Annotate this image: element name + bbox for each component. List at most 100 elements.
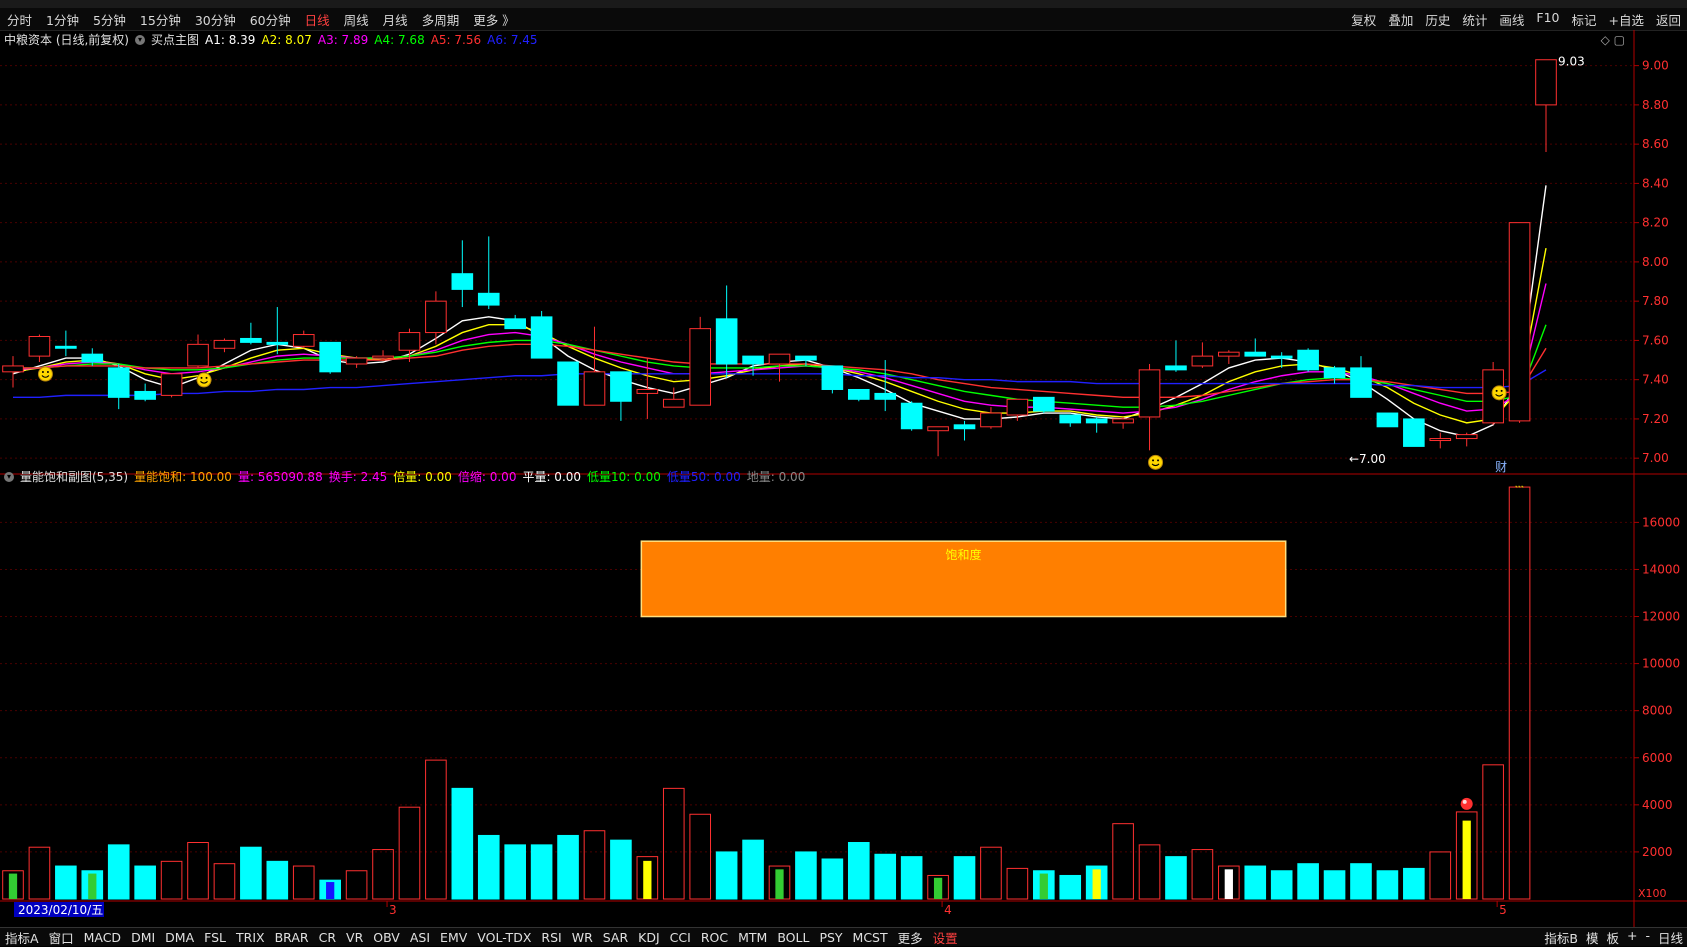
volume-bar — [795, 851, 817, 900]
period-tab[interactable]: 月线 — [376, 10, 415, 29]
toolbar-button[interactable]: 标记 — [1565, 10, 1602, 29]
indicator-tab[interactable]: KDJ — [633, 930, 665, 945]
price-tick-label: 7.80 — [1642, 294, 1669, 308]
start-date-label: 2023/02/10/五 — [18, 903, 103, 917]
candle-body — [1270, 355, 1293, 359]
indicator-tab[interactable]: DMI — [126, 930, 160, 945]
toolbar-button[interactable]: 叠加 — [1382, 10, 1419, 29]
volume-bar — [900, 856, 923, 900]
bottom-right-tab[interactable]: + — [1623, 928, 1641, 947]
candle-body — [953, 424, 976, 430]
sub-legend-item: 地量: 0.00 — [746, 470, 806, 484]
indicator-tab[interactable]: MACD — [79, 930, 126, 945]
volume-bar — [1270, 870, 1293, 900]
volume-bar — [425, 759, 447, 900]
volume-bar — [477, 834, 500, 900]
candle-body — [1033, 396, 1055, 412]
bottom-right-tab[interactable]: - — [1641, 928, 1654, 947]
volume-bar — [953, 856, 976, 900]
volume-bar — [583, 830, 606, 900]
toolbar-button[interactable]: 画线 — [1493, 10, 1530, 29]
indicator-tab[interactable]: 设置 — [928, 928, 963, 947]
volume-bar — [266, 860, 289, 900]
indicator-tab[interactable]: WR — [567, 930, 598, 945]
collapse-icon[interactable]: ▾ — [4, 471, 14, 482]
sub-legend-item: 平量: 0.00 — [522, 470, 582, 484]
signal-ball-highlight — [1462, 799, 1467, 804]
toolbar-button[interactable]: 统计 — [1456, 10, 1493, 29]
main-legend: 中粮资本 (日线,前复权) ▾ 买点主图 A1: 8.39 A2: 8.07 A3: 7.… — [4, 31, 538, 48]
period-tab[interactable]: 60分钟 — [243, 10, 298, 29]
volume-tick-label: 14000 — [1642, 562, 1680, 576]
price-tick-label: 8.40 — [1642, 176, 1669, 190]
period-tab[interactable]: 5分钟 — [86, 10, 133, 29]
indicator-tab[interactable]: DMA — [160, 930, 199, 945]
candle-body — [1059, 414, 1082, 424]
period-tab[interactable]: 1分钟 — [39, 10, 86, 29]
period-tab[interactable]: 多周期 — [415, 10, 467, 29]
volume-signal-bar — [326, 882, 335, 899]
indicator-tab[interactable]: ROC — [696, 930, 733, 945]
period-tab[interactable]: 30分钟 — [188, 10, 243, 29]
indicator-tab[interactable]: 更多 — [893, 928, 928, 947]
indicator-tab[interactable]: MCST — [848, 930, 893, 945]
period-tab[interactable]: 周线 — [337, 10, 376, 29]
low-annotation: ←7.00 — [1349, 452, 1386, 466]
indicator-tab[interactable]: BOLL — [772, 930, 814, 945]
toolbar-button[interactable]: 历史 — [1419, 10, 1456, 29]
candle-body — [107, 367, 130, 398]
period-tab[interactable]: 15分钟 — [133, 10, 188, 29]
period-tab[interactable]: 日线 — [298, 10, 337, 29]
indicator-tab[interactable]: TRIX — [231, 930, 270, 945]
volume-bar — [557, 834, 579, 900]
indicator-tab[interactable]: ASI — [405, 930, 435, 945]
event-marker: 财 — [1495, 460, 1507, 474]
bottom-right-tab[interactable]: 日线 — [1654, 928, 1687, 947]
volume-signal-bar — [88, 873, 97, 899]
price-tick-label: 7.60 — [1642, 333, 1669, 347]
indicator-tab[interactable]: OBV — [368, 930, 405, 945]
bottom-right-tab[interactable]: 指标B — [1540, 928, 1582, 947]
indicator-tab[interactable]: EMV — [435, 930, 472, 945]
period-tab[interactable]: 分时 — [0, 10, 39, 29]
high-annotation: 9.03 — [1558, 55, 1585, 69]
volume-bar — [689, 813, 712, 900]
bottom-right-tab[interactable]: 模 — [1582, 928, 1603, 947]
indicator-tab[interactable]: VOL-TDX — [472, 930, 536, 945]
indicator-tab[interactable]: BRAR — [270, 930, 314, 945]
indicator-tab[interactable]: CR — [314, 930, 341, 945]
indicator-tab[interactable]: MTM — [733, 930, 772, 945]
volume-bar — [742, 839, 764, 900]
toolbar-button[interactable]: F10 — [1530, 10, 1565, 29]
candle-body — [319, 341, 341, 373]
indicator-tab[interactable]: CCI — [665, 930, 696, 945]
collapse-icon[interactable]: ▾ — [135, 34, 145, 45]
volume-bar — [107, 844, 130, 900]
indicator-tab[interactable]: VR — [341, 930, 368, 945]
volume-signal-bar — [1224, 869, 1233, 899]
signal-ball-icon — [1460, 797, 1473, 810]
toolbar-button[interactable]: 返回 — [1650, 10, 1687, 29]
candle-body — [81, 353, 104, 363]
sub-legend-item: 低量50: 0.00 — [666, 470, 741, 484]
indicator-tab[interactable]: 指标A — [0, 928, 44, 947]
toolbar-button[interactable]: 复权 — [1345, 10, 1382, 29]
period-toolbar: 分时 1分钟 5分钟 15分钟 30分钟 60分钟 日线 周线 月线 多周期 更多 》 复权 叠加 历史统… — [0, 8, 1687, 31]
candle-body — [292, 334, 315, 347]
indicator-tab[interactable]: PSY — [814, 930, 847, 945]
volume-marker-outline — [1515, 485, 1525, 488]
volume-bar — [1112, 823, 1134, 900]
volume-bar — [874, 853, 897, 900]
candle-body — [1376, 412, 1399, 428]
period-tab[interactable]: 更多 》 — [466, 10, 521, 29]
indicator-tab[interactable]: RSI — [536, 930, 566, 945]
bottom-right-tab[interactable]: 板 — [1602, 928, 1623, 947]
indicator-tab[interactable]: 窗口 — [44, 928, 79, 947]
sub-legend-item: 换手: 2.45 — [328, 470, 388, 484]
volume-bar — [1350, 863, 1372, 900]
indicator-tab[interactable]: FSL — [199, 930, 231, 945]
candle-body — [1165, 365, 1187, 371]
price-tick-label: 9.00 — [1642, 59, 1669, 73]
indicator-tab[interactable]: SAR — [598, 930, 633, 945]
toolbar-button[interactable]: +自选 — [1603, 10, 1650, 29]
